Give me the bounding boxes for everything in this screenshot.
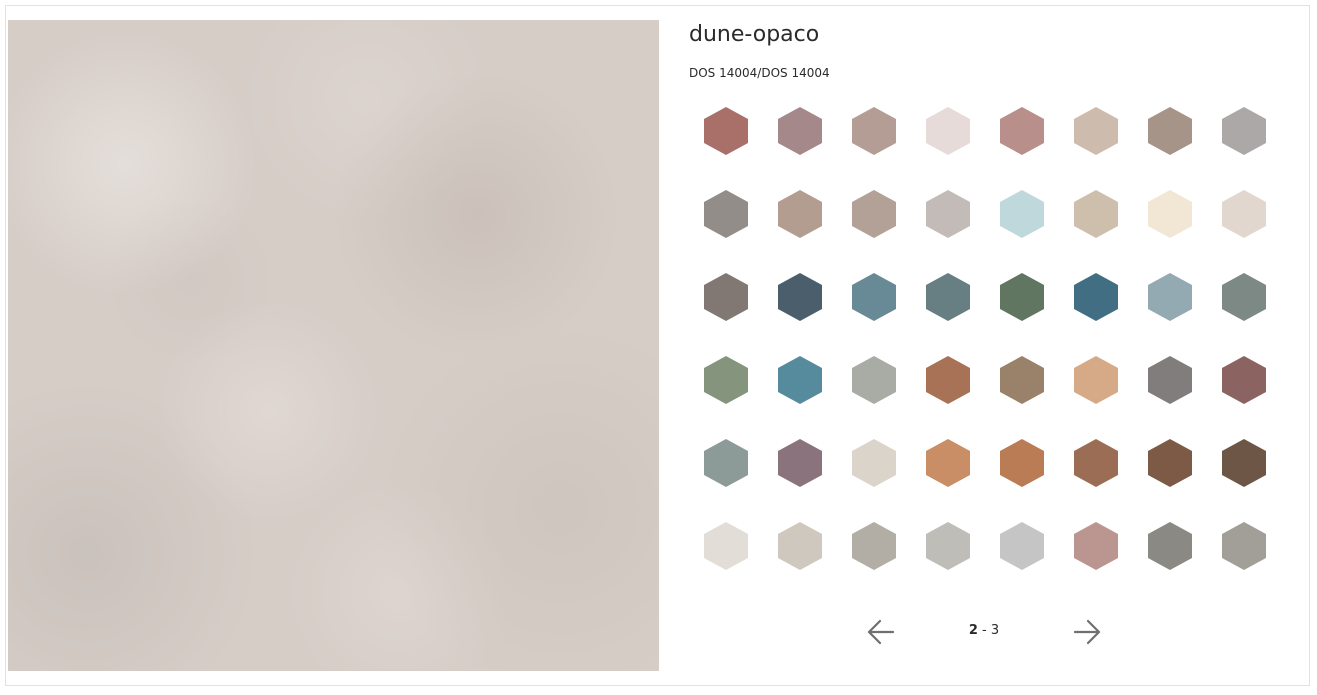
color-swatch[interactable]	[778, 190, 822, 238]
color-swatch[interactable]	[1000, 522, 1044, 570]
product-title: dune-opaco	[689, 22, 820, 47]
color-swatch[interactable]	[704, 439, 748, 487]
color-swatch[interactable]	[852, 522, 896, 570]
color-swatch[interactable]	[1222, 273, 1266, 321]
color-swatch[interactable]	[1074, 107, 1118, 155]
color-swatch[interactable]	[1148, 439, 1192, 487]
color-swatch[interactable]	[852, 439, 896, 487]
color-swatch[interactable]	[1074, 439, 1118, 487]
color-swatch[interactable]	[1000, 190, 1044, 238]
color-swatch[interactable]	[926, 107, 970, 155]
surface-preview-image	[8, 20, 659, 671]
color-swatch[interactable]	[926, 190, 970, 238]
color-swatch[interactable]	[704, 273, 748, 321]
color-swatch[interactable]	[778, 107, 822, 155]
color-swatch[interactable]	[926, 273, 970, 321]
color-swatch[interactable]	[1148, 522, 1192, 570]
color-swatch[interactable]	[778, 522, 822, 570]
color-swatch[interactable]	[704, 356, 748, 404]
color-swatch[interactable]	[1148, 190, 1192, 238]
color-swatch[interactable]	[1074, 190, 1118, 238]
color-swatch[interactable]	[852, 356, 896, 404]
current-page: 2	[968, 623, 978, 638]
color-swatch[interactable]	[1222, 439, 1266, 487]
color-swatch[interactable]	[1000, 439, 1044, 487]
color-swatch[interactable]	[1148, 356, 1192, 404]
color-swatch[interactable]	[1000, 107, 1044, 155]
page-indicator: 2 - 3	[964, 623, 1004, 638]
arrow-left-icon	[867, 619, 895, 645]
color-swatch-grid	[704, 107, 1266, 571]
product-code: DOS 14004/DOS 14004	[689, 66, 830, 80]
next-page-button[interactable]	[1072, 618, 1102, 646]
color-swatch[interactable]	[704, 107, 748, 155]
color-swatch[interactable]	[852, 190, 896, 238]
color-swatch[interactable]	[852, 107, 896, 155]
arrow-right-icon	[1073, 619, 1101, 645]
color-swatch[interactable]	[1074, 522, 1118, 570]
color-swatch[interactable]	[778, 356, 822, 404]
color-swatch[interactable]	[1222, 522, 1266, 570]
color-swatch[interactable]	[1148, 107, 1192, 155]
color-swatch[interactable]	[926, 439, 970, 487]
color-swatch[interactable]	[704, 522, 748, 570]
color-swatch[interactable]	[1222, 356, 1266, 404]
color-swatch[interactable]	[778, 439, 822, 487]
page-separator: -	[977, 623, 991, 638]
color-swatch[interactable]	[704, 190, 748, 238]
color-swatch[interactable]	[1222, 190, 1266, 238]
color-swatch[interactable]	[926, 356, 970, 404]
color-swatch[interactable]	[926, 522, 970, 570]
pagination: 2 - 3	[866, 618, 1102, 648]
color-swatch[interactable]	[1000, 273, 1044, 321]
color-swatch[interactable]	[1074, 356, 1118, 404]
total-pages: 3	[990, 623, 1000, 638]
color-swatch[interactable]	[1074, 273, 1118, 321]
color-swatch[interactable]	[778, 273, 822, 321]
color-swatch[interactable]	[1222, 107, 1266, 155]
color-swatch[interactable]	[852, 273, 896, 321]
color-swatch[interactable]	[1000, 356, 1044, 404]
color-swatch[interactable]	[1148, 273, 1192, 321]
previous-page-button[interactable]	[866, 618, 896, 646]
